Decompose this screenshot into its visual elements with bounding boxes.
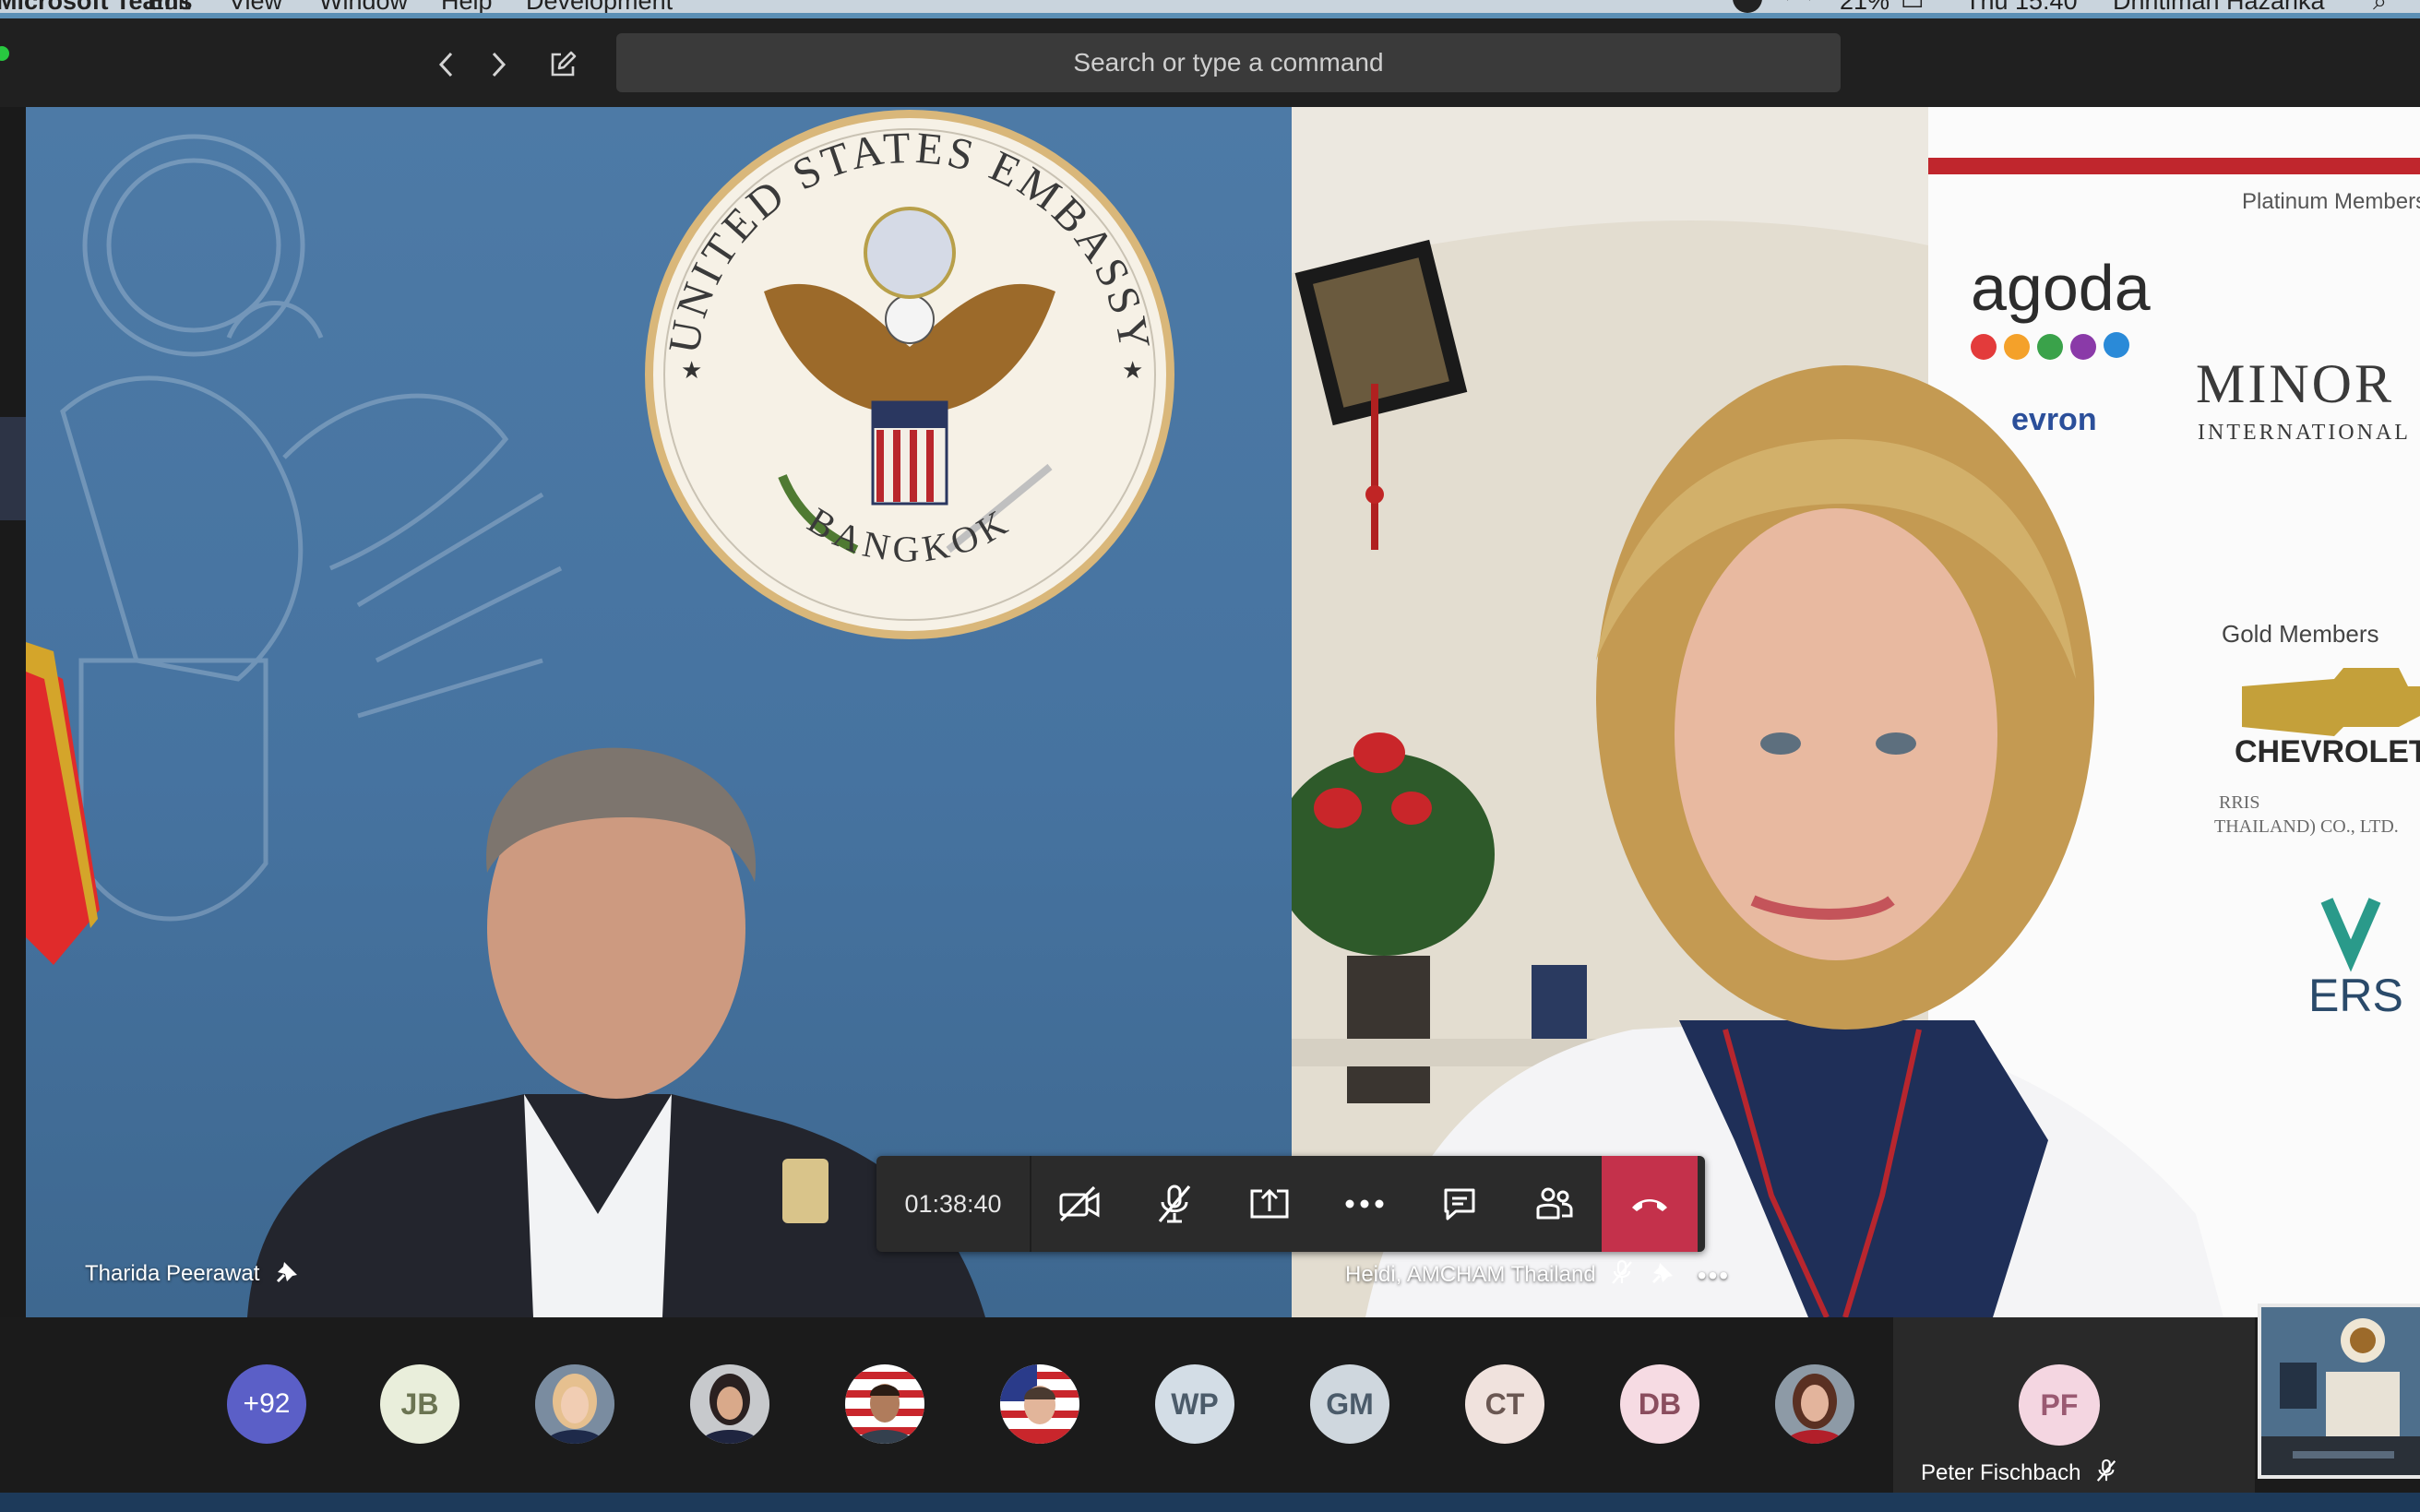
- mic-off-icon: [2094, 1458, 2118, 1490]
- mic-off-icon: [1609, 1258, 1635, 1292]
- participant-avatar-gm[interactable]: GM: [1310, 1364, 1389, 1444]
- compose-icon: [551, 51, 577, 77]
- share-screen-button[interactable]: [1222, 1156, 1317, 1252]
- self-view-thumbnail[interactable]: [2258, 1304, 2420, 1479]
- participants-button[interactable]: [1507, 1156, 1602, 1252]
- participant-avatar-photo-3[interactable]: [845, 1364, 924, 1444]
- menubar-clock[interactable]: Thu 15:40: [1965, 0, 2078, 13]
- camera-toggle-button[interactable]: [1031, 1156, 1127, 1252]
- more-actions-button[interactable]: [1317, 1156, 1412, 1252]
- chat-icon: [1444, 1188, 1474, 1220]
- menu-development[interactable]: Development: [526, 0, 673, 13]
- featured-participant-panel[interactable]: PF Peter Fischbach: [1893, 1317, 2255, 1493]
- pin-icon[interactable]: [275, 1258, 301, 1291]
- gold-members-text: Gold Members: [2222, 620, 2379, 648]
- avatar-photo-image: [1775, 1364, 1854, 1444]
- chevrolet-logo-text: CHEVROLET: [2235, 734, 2420, 769]
- avatar-photo-image: [535, 1364, 614, 1444]
- status-circle-icon[interactable]: [1733, 0, 1762, 13]
- participant-avatar-pf: PF: [2019, 1364, 2100, 1446]
- participant-roster: +92 JB WP GM CT DB PF Peter Fischbach: [0, 1317, 2420, 1493]
- back-button[interactable]: [426, 44, 467, 85]
- video-off-icon: [1059, 1185, 1099, 1222]
- video-feed-embassy: ★ ★ UNITED STATES EMBASSY BANGKOK: [26, 110, 1174, 1317]
- minor-sub-text: INTERNATIONAL: [2198, 421, 2411, 445]
- speaker-name-label: Tharida Peerawat: [85, 1258, 301, 1291]
- speaker-name-text: Tharida Peerawat: [85, 1260, 260, 1286]
- platinum-members-text: Platinum Members: [2242, 189, 2420, 214]
- agoda-logo-text: agoda: [1971, 252, 2151, 324]
- chat-button[interactable]: [1412, 1156, 1507, 1252]
- hang-up-icon: [1632, 1199, 1667, 1211]
- teams-meeting-window: Microsoft Teams Edit View Window Help De…: [0, 0, 2420, 1512]
- command-search-box[interactable]: Search or type a command: [616, 33, 1841, 92]
- mic-off-icon: [1158, 1185, 1190, 1223]
- video-tile-heidi[interactable]: Platinum Members agoda evron MINOR INTER…: [1292, 107, 2420, 1317]
- menubar-user[interactable]: Dhritiman Hazarika: [2113, 0, 2325, 13]
- participant-avatar-photo-4[interactable]: [1000, 1364, 1079, 1444]
- participant-avatar-photo-5[interactable]: [1775, 1364, 1854, 1444]
- minor-logo-text: MINOR: [2196, 353, 2394, 414]
- overflow-participants-button[interactable]: +92: [227, 1364, 306, 1444]
- new-chat-button[interactable]: [542, 44, 583, 85]
- call-controls-bar: 01:38:40: [876, 1156, 1705, 1252]
- spotlight-search-icon[interactable]: ⌕: [2373, 0, 2387, 13]
- more-icon: [1345, 1199, 1383, 1208]
- participant-avatar-ct[interactable]: CT: [1465, 1364, 1544, 1444]
- bell-icon[interactable]: ⌒: [1786, 0, 1811, 13]
- battery-icon[interactable]: ▭: [1901, 0, 1925, 13]
- chevron-left-icon: [438, 52, 453, 77]
- self-view-image: [2261, 1307, 2420, 1475]
- svg-text:★: ★: [681, 356, 702, 384]
- v-logo-text: ERS: [2308, 970, 2403, 1021]
- avatar-photo-image: [690, 1364, 769, 1444]
- hang-up-button[interactable]: [1602, 1156, 1698, 1252]
- call-timer: 01:38:40: [876, 1156, 1031, 1252]
- menu-view[interactable]: View: [229, 0, 282, 13]
- featured-participant-name: Peter Fischbach: [1921, 1458, 2118, 1490]
- menu-window[interactable]: Window: [319, 0, 408, 13]
- company-line-1: RRIS: [2219, 792, 2259, 813]
- video-feed-office: Platinum Members agoda evron MINOR INTER…: [1292, 107, 2420, 1317]
- app-rail-selected-item[interactable]: [0, 417, 26, 520]
- mic-toggle-button[interactable]: [1127, 1156, 1222, 1252]
- app-rail: [0, 107, 26, 1512]
- company-line-2: THAILAND) CO., LTD.: [2214, 816, 2399, 837]
- teams-titlebar: Search or type a command: [0, 18, 2420, 107]
- participants-icon: [1536, 1187, 1572, 1220]
- svg-text:★: ★: [1122, 356, 1143, 384]
- chevron-logo-text: evron: [2011, 402, 2097, 437]
- avatar-photo-image: [1000, 1364, 1079, 1444]
- participant-avatar-wp[interactable]: WP: [1155, 1364, 1234, 1444]
- forward-button[interactable]: [478, 44, 519, 85]
- share-screen-icon: [1250, 1188, 1288, 1219]
- chevron-right-icon: [492, 52, 507, 77]
- search-placeholder: Search or type a command: [1073, 48, 1384, 77]
- menu-edit[interactable]: Edit: [148, 0, 191, 13]
- avatar-photo-image: [845, 1364, 924, 1444]
- more-options-icon[interactable]: •••: [1698, 1261, 1730, 1291]
- video-tile-tharida[interactable]: ★ ★ UNITED STATES EMBASSY BANGKOK Tharid…: [26, 107, 1292, 1317]
- battery-percent: 21%: [1840, 0, 1890, 13]
- desktop-background-strip: [0, 1493, 2420, 1512]
- participant-avatar-jb[interactable]: JB: [380, 1364, 459, 1444]
- participant-avatar-photo-2[interactable]: [690, 1364, 769, 1444]
- pin-icon[interactable]: [1651, 1259, 1676, 1292]
- menu-help[interactable]: Help: [441, 0, 493, 13]
- participant-avatar-db[interactable]: DB: [1620, 1364, 1699, 1444]
- window-zoom-button[interactable]: [0, 46, 9, 61]
- speaker-name-label: Heidi, AMCHAM Thailand •••: [1345, 1258, 1730, 1292]
- macos-menubar: Microsoft Teams Edit View Window Help De…: [0, 0, 2420, 13]
- speaker-name-text: Heidi, AMCHAM Thailand: [1345, 1261, 1596, 1287]
- participant-avatar-photo-1[interactable]: [535, 1364, 614, 1444]
- featured-participant-name-text: Peter Fischbach: [1921, 1459, 2081, 1485]
